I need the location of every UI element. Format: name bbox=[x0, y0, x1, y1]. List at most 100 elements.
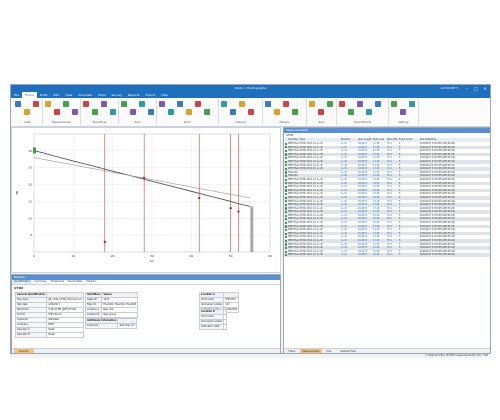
checkbox-icon[interactable] bbox=[285, 157, 288, 160]
ribbon-tool-icon[interactable] bbox=[375, 101, 381, 107]
ribbon-tool-icon[interactable] bbox=[83, 101, 89, 107]
checkbox-icon[interactable] bbox=[285, 160, 288, 163]
cell-loss: 13.48 bbox=[373, 253, 380, 257]
ribbon-tool-icon[interactable] bbox=[318, 109, 324, 115]
x-tick-label: 60 bbox=[268, 254, 272, 258]
ribbon-group-label: Markers bbox=[279, 121, 290, 124]
checkbox-icon[interactable] bbox=[285, 185, 288, 188]
ribbon-tool-icon[interactable] bbox=[101, 101, 107, 107]
checkbox-icon[interactable] bbox=[285, 221, 288, 224]
ribbon-tool-icon[interactable] bbox=[327, 101, 333, 107]
checkbox-icon[interactable] bbox=[285, 207, 288, 210]
y-tick-label: 10 bbox=[28, 216, 32, 220]
checkbox-icon[interactable] bbox=[285, 153, 288, 156]
ribbon-tool-icon[interactable] bbox=[130, 109, 136, 115]
user-menu[interactable]: ACCOUNT ▾ bbox=[441, 85, 458, 92]
ribbon-tool-icon[interactable] bbox=[15, 101, 21, 107]
checkbox-icon[interactable] bbox=[285, 164, 288, 167]
table-row: Operator B Tester bbox=[14, 332, 84, 338]
field-value: Tester bbox=[46, 332, 84, 338]
ribbon-tool-icon[interactable] bbox=[139, 101, 145, 107]
tab-thresholds[interactable]: Thresholds bbox=[49, 280, 67, 284]
event-point bbox=[237, 210, 240, 213]
trace-chart[interactable]: 0 10 20 30 40 50 6051015202530kmdB bbox=[12, 128, 280, 272]
ribbon-tool-icon[interactable] bbox=[230, 109, 236, 115]
ribbon-tool-icon[interactable] bbox=[248, 109, 254, 115]
ribbon-tool-icon[interactable] bbox=[33, 101, 39, 107]
ribbon-tool-icon[interactable] bbox=[409, 101, 415, 107]
ribbon-tool-icon[interactable] bbox=[148, 109, 154, 115]
ribbon-tool-icon[interactable] bbox=[63, 101, 69, 107]
checkbox-icon[interactable] bbox=[285, 203, 288, 206]
checkbox-icon[interactable] bbox=[285, 225, 288, 228]
x-tick-label: 10 bbox=[71, 254, 75, 258]
checkbox-icon[interactable] bbox=[285, 175, 288, 178]
ribbon-tool-icon[interactable] bbox=[110, 109, 116, 115]
app-window: Onitor / Hydrographs ACCOUNT ▾ – □ ✕ Fil… bbox=[10, 84, 491, 354]
ribbon-tool-icon[interactable] bbox=[195, 101, 201, 107]
checkbox-icon[interactable] bbox=[285, 246, 288, 250]
ribbon-tool-icon[interactable] bbox=[292, 109, 298, 115]
ribbon-tool-icon[interactable] bbox=[357, 101, 363, 107]
ribbon-tool-icon[interactable] bbox=[265, 101, 271, 107]
maximize-icon[interactable]: □ bbox=[473, 86, 479, 91]
ribbon-tool-icon[interactable] bbox=[239, 101, 245, 107]
ribbon-tool-icon[interactable] bbox=[283, 101, 289, 107]
ribbon-tool-icon[interactable] bbox=[72, 109, 78, 115]
checkbox-icon[interactable] bbox=[285, 182, 288, 185]
trace-plot-panel[interactable]: 0 10 20 30 40 50 60 5 10 15 20 25 30 km dB bbox=[11, 127, 281, 273]
table-row: File name AB_1234_OTDR_FiberLink.sor bbox=[14, 297, 84, 303]
ribbon-tool-icon[interactable] bbox=[177, 101, 183, 107]
ribbon-tool-icon[interactable] bbox=[54, 109, 60, 115]
ribbon-tool-icon[interactable] bbox=[204, 109, 210, 115]
ribbon-group-show-hide: Show/Hide bbox=[81, 99, 119, 125]
checkbox-icon[interactable] bbox=[285, 189, 288, 192]
ribbon-tool-icon[interactable] bbox=[186, 109, 192, 115]
ribbon-tool-icon[interactable] bbox=[168, 109, 174, 115]
ribbon-tool-icon[interactable] bbox=[366, 109, 372, 115]
checkbox-icon[interactable] bbox=[285, 254, 288, 257]
checkbox-icon[interactable] bbox=[285, 228, 288, 232]
ribbon-tool-icon[interactable] bbox=[348, 109, 354, 115]
tab-identification[interactable]: Identification bbox=[12, 280, 33, 284]
ribbon-tool-icon[interactable] bbox=[92, 109, 98, 115]
ribbon-tool-icon[interactable] bbox=[45, 101, 51, 107]
checkbox-icon[interactable] bbox=[285, 239, 288, 242]
checkbox-icon[interactable] bbox=[285, 210, 288, 214]
x-tick-label: 20 bbox=[111, 254, 115, 258]
tab-event-table[interactable]: Event Table bbox=[66, 280, 84, 284]
minimize-icon[interactable]: – bbox=[464, 86, 470, 91]
close-icon[interactable]: ✕ bbox=[482, 86, 488, 91]
tab-markers[interactable]: Markers bbox=[85, 280, 99, 284]
checkbox-icon[interactable] bbox=[285, 196, 288, 199]
ribbon-tool-icon[interactable] bbox=[391, 101, 397, 107]
checkbox-icon[interactable] bbox=[285, 250, 288, 253]
ribbon-tool-icon[interactable] bbox=[400, 109, 406, 115]
checkbox-icon[interactable] bbox=[285, 178, 288, 181]
y-tick-label: 30 bbox=[28, 149, 32, 153]
field-value: Fiber001, Fiber002, Fiber003 bbox=[101, 302, 139, 308]
ribbon-tool-icon[interactable] bbox=[159, 101, 165, 107]
ribbon-tool-icon[interactable] bbox=[274, 109, 280, 115]
ribbon-tool-icon[interactable] bbox=[24, 109, 30, 115]
checkbox-icon[interactable] bbox=[285, 146, 288, 149]
checkbox-icon[interactable] bbox=[285, 236, 288, 239]
checkbox-icon[interactable] bbox=[285, 142, 288, 145]
checkbox-icon[interactable] bbox=[285, 232, 288, 235]
checkbox-icon[interactable] bbox=[285, 218, 288, 221]
checkbox-icon[interactable] bbox=[285, 167, 288, 171]
checkbox-icon[interactable] bbox=[285, 214, 288, 217]
checkbox-icon[interactable] bbox=[285, 149, 288, 153]
ribbon-tool-icon[interactable] bbox=[221, 101, 227, 107]
checkbox-icon[interactable] bbox=[285, 243, 288, 246]
checkbox-icon[interactable] bbox=[285, 200, 288, 203]
checkbox-icon[interactable] bbox=[285, 193, 288, 196]
ribbon-tool-icon[interactable] bbox=[121, 101, 127, 107]
checkbox-icon[interactable] bbox=[285, 171, 288, 174]
ribbon-tool-icon[interactable] bbox=[339, 101, 345, 107]
window-controls: – □ ✕ bbox=[464, 86, 488, 91]
results-title: OTDR bbox=[14, 286, 24, 290]
ribbon-tool-icon[interactable] bbox=[309, 101, 315, 107]
table-row[interactable]: IEEE Fiber OTDR 1310 nm A->B A->B 49.8972 1… bbox=[284, 253, 490, 257]
tab-summary[interactable]: Summary bbox=[32, 280, 48, 284]
